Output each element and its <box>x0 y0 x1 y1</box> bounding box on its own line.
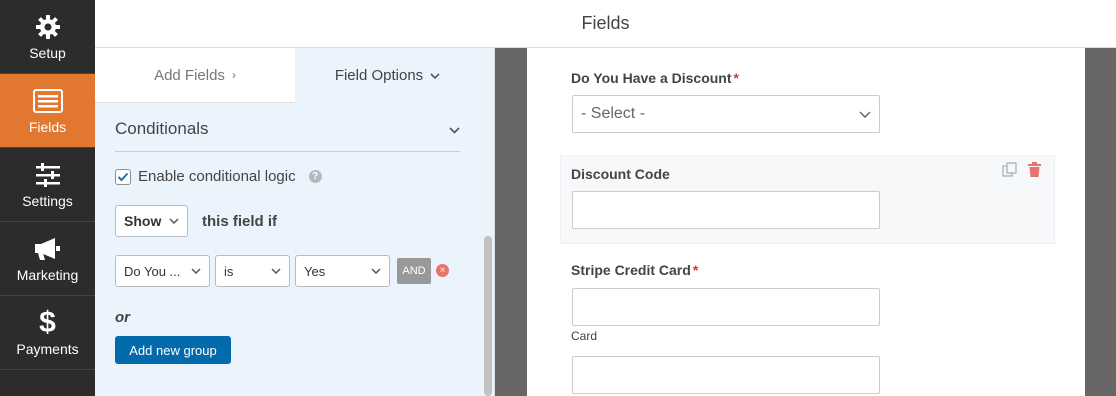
select-value: Do You ... <box>124 263 181 279</box>
panel-scrollbar-thumb[interactable] <box>484 236 492 396</box>
sidebar-item-fields[interactable]: Fields <box>0 74 95 148</box>
megaphone-icon <box>34 235 62 263</box>
sidebar-item-label: Marketing <box>16 266 79 283</box>
enable-conditional-logic-checkbox[interactable] <box>115 168 131 185</box>
select-value: Show <box>124 213 162 229</box>
chevron-down-icon <box>169 216 179 227</box>
sidebar-item-payments[interactable]: $ Payments <box>0 296 95 370</box>
this-field-if-label: this field if <box>202 213 277 230</box>
sidebar-item-label: Fields <box>28 118 67 135</box>
sidebar-item-label: Setup <box>29 44 66 61</box>
card-details-input[interactable] <box>572 356 880 394</box>
sidebar-item-label: Payments <box>16 340 79 357</box>
page-title: Fields <box>95 0 1116 48</box>
dollar-icon: $ <box>39 305 56 339</box>
select-value: is <box>224 263 234 279</box>
select-placeholder: - Select - <box>581 105 646 122</box>
tab-label: Add Fields <box>154 66 225 84</box>
tab-label: Field Options <box>334 67 424 84</box>
chevron-right-icon: › <box>231 68 236 82</box>
field-label-text: Stripe Credit Card <box>571 262 691 278</box>
required-marker: * <box>692 262 699 278</box>
sidebar: Setup Fields Settings Marketing $ Paymen… <box>0 0 95 396</box>
discount-question-select[interactable]: - Select - <box>572 95 880 133</box>
sidebar-item-settings[interactable]: Settings <box>0 148 95 222</box>
remove-rule-icon[interactable]: × <box>436 264 449 277</box>
stripe-credit-card-label: Stripe Credit Card * <box>571 262 698 278</box>
chevron-down-icon <box>859 105 871 123</box>
tab-field-options[interactable]: Field Options <box>295 48 480 103</box>
required-marker: * <box>733 70 739 86</box>
show-hide-select[interactable]: Show <box>115 205 188 237</box>
sidebar-item-marketing[interactable]: Marketing <box>0 222 95 296</box>
sidebar-item-setup[interactable]: Setup <box>0 0 95 74</box>
select-value: Yes <box>304 263 326 279</box>
conditionals-section-toggle[interactable]: Conditionals <box>115 106 460 152</box>
chevron-down-icon <box>191 266 201 277</box>
chevron-down-icon <box>430 69 440 83</box>
tab-add-fields[interactable]: Add Fields › <box>95 48 295 103</box>
discount-question-label: Do You Have a Discount * <box>571 70 739 86</box>
enable-conditional-logic-row: Enable conditional logic ? <box>115 168 322 185</box>
chevron-down-icon <box>271 266 281 277</box>
trash-icon[interactable] <box>1028 162 1041 182</box>
panel-tabs: Add Fields › Field Options <box>95 48 494 103</box>
rule-operator-select[interactable]: is <box>215 255 290 287</box>
discount-code-input[interactable] <box>572 191 880 229</box>
sliders-icon <box>35 161 61 189</box>
section-title: Conditionals <box>115 118 209 138</box>
chevron-down-icon <box>449 119 460 139</box>
rule-value-select[interactable]: Yes <box>295 255 390 287</box>
enable-conditional-logic-label: Enable conditional logic <box>138 168 296 185</box>
add-and-rule-button[interactable]: AND <box>397 258 431 284</box>
card-sublabel: Card <box>571 329 598 343</box>
field-label-text: Do You Have a Discount <box>571 70 732 86</box>
help-icon[interactable]: ? <box>308 170 322 183</box>
duplicate-icon[interactable] <box>1002 162 1017 182</box>
chevron-down-icon <box>371 266 381 277</box>
list-icon <box>32 87 63 115</box>
field-options-panel: Add Fields › Field Options Conditionals … <box>95 48 495 396</box>
add-new-group-button[interactable]: Add new group <box>115 336 231 364</box>
card-number-input[interactable] <box>572 288 880 326</box>
sidebar-item-label: Settings <box>22 192 73 209</box>
rule-field-select[interactable]: Do You ... <box>115 255 210 287</box>
gear-icon <box>35 13 61 41</box>
or-label: or <box>115 309 130 326</box>
discount-code-label: Discount Code <box>571 166 670 182</box>
